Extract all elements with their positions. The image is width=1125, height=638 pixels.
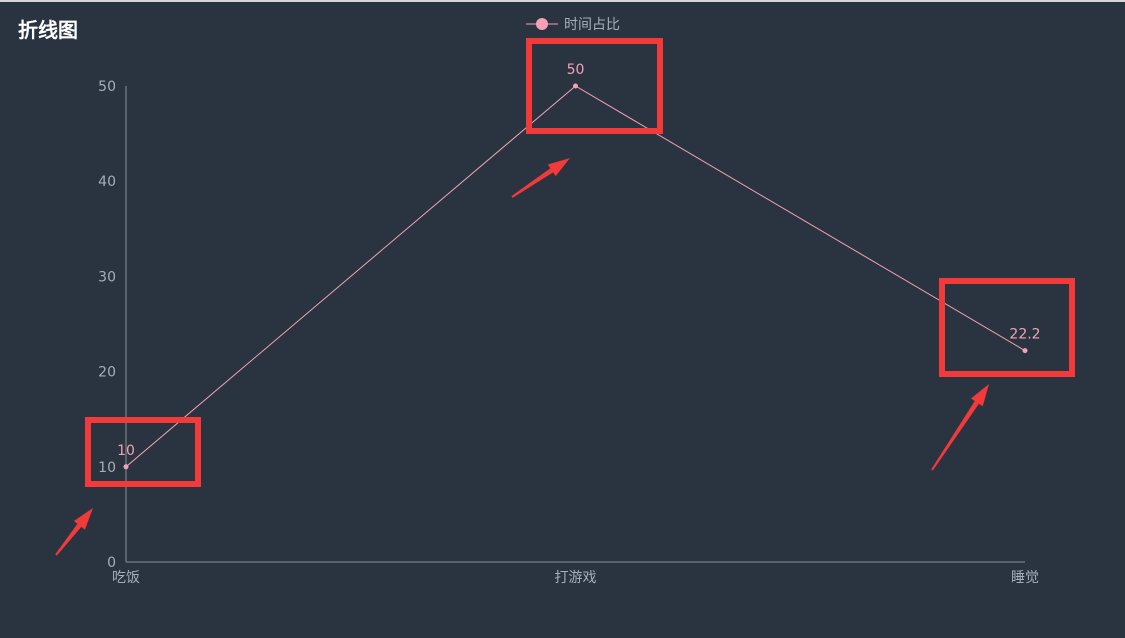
- x-tick-label: 睡觉: [1011, 570, 1039, 586]
- highlight-box: [939, 278, 1075, 377]
- y-tick-label: 40: [98, 174, 116, 190]
- arrow-icon: [511, 158, 570, 198]
- data-point: [1022, 348, 1028, 354]
- y-tick-label: 30: [98, 269, 116, 285]
- legend-marker: [536, 18, 548, 30]
- x-tick-label: 打游戏: [555, 569, 597, 586]
- x-tick-label: 吃饭: [112, 570, 140, 586]
- data-label: 50: [567, 62, 585, 78]
- annotations: [55, 38, 1075, 556]
- legend[interactable]: 时间占比: [526, 17, 620, 33]
- y-tick-label: 0: [107, 555, 116, 571]
- y-tick-label: 10: [98, 460, 116, 476]
- series-group: 10 50 22.2: [117, 62, 1041, 470]
- data-label: 10: [117, 443, 135, 459]
- data-point: [123, 464, 129, 470]
- y-tick-label: 50: [98, 79, 116, 95]
- data-point: [573, 83, 578, 89]
- arrow-icon: [931, 384, 989, 471]
- series-line: [125, 85, 1026, 468]
- highlight-box: [526, 38, 663, 134]
- arrow-icon: [55, 508, 93, 556]
- axes: 0 10 20 30 40 50 吃饭 打游戏 睡觉: [98, 79, 1039, 586]
- line-chart: 时间占比 0 10 20 30 40 50 吃饭 打游戏 睡觉 10 50 22.2: [55, 17, 1075, 586]
- y-tick-label: 20: [98, 365, 116, 381]
- legend-label: 时间占比: [564, 17, 620, 33]
- data-label: 22.2: [1009, 327, 1040, 343]
